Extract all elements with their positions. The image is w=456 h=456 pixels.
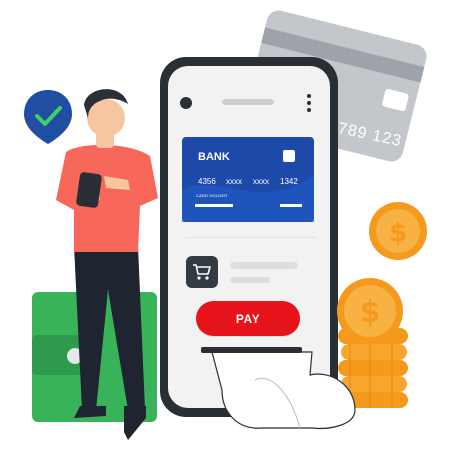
handheld-phone (76, 172, 102, 208)
card-number-group: 1342 (280, 177, 298, 186)
shopping-cart-icon (193, 264, 211, 280)
bank-card-label: BANK (198, 151, 230, 163)
card-number-group: xxxx (253, 177, 269, 186)
speaker-bar (222, 99, 274, 105)
cart-button[interactable] (186, 256, 218, 288)
dollar-coin-icon: $ (369, 202, 427, 260)
card-number-group: 4356 (198, 177, 216, 186)
svg-text:$: $ (389, 218, 407, 248)
camera-dot (180, 97, 192, 109)
placeholder-line (230, 262, 298, 269)
card-holder-label: CARD HOLDER (196, 193, 228, 198)
placeholder-line (230, 277, 270, 283)
svg-text:$: $ (360, 295, 381, 330)
card-stripe (280, 204, 302, 207)
card-number-group: xxxx (226, 177, 242, 186)
card-stripe (195, 204, 233, 207)
check-badge-icon (24, 90, 72, 144)
payment-illustration: $ $ (24, 10, 427, 440)
kebab-menu-icon (307, 94, 311, 112)
dollar-coin-icon: $ (337, 278, 403, 344)
pay-button[interactable]: PAY (196, 301, 300, 336)
card-chip (283, 150, 295, 162)
